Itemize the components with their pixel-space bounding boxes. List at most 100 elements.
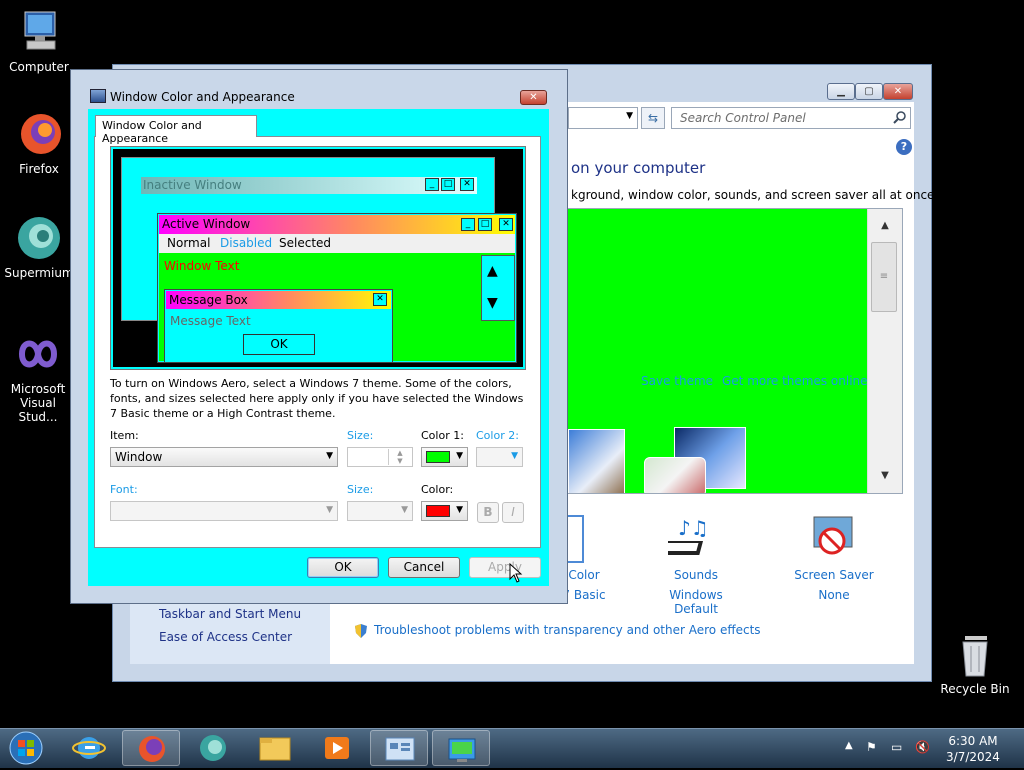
internet-explorer-icon bbox=[72, 737, 106, 759]
desktop-icon-supermium[interactable]: Supermium bbox=[1, 214, 77, 280]
sounds-item[interactable]: Sounds Windows Default bbox=[646, 568, 746, 616]
preview-menu-normal: Normal bbox=[167, 236, 211, 250]
network-icon[interactable]: ▭ bbox=[891, 740, 902, 754]
desktop-icon-label: Recycle Bin bbox=[940, 682, 1010, 696]
supermium-icon bbox=[200, 735, 226, 761]
cancel-button[interactable]: Cancel bbox=[388, 557, 460, 578]
color1-swatch bbox=[426, 451, 450, 463]
scroll-up-arrow[interactable]: ▲ bbox=[868, 215, 902, 237]
close-button[interactable]: ✕ bbox=[883, 83, 913, 100]
desktop-icon-computer[interactable]: Computer bbox=[1, 8, 77, 74]
firefox-icon bbox=[139, 736, 165, 762]
preview-menu-bar bbox=[159, 234, 515, 253]
taskbar-supermium[interactable] bbox=[184, 730, 242, 766]
supermium-icon bbox=[15, 214, 63, 262]
screen-saver-icon bbox=[810, 515, 856, 561]
item-title: Sounds bbox=[673, 568, 719, 582]
minimize-button[interactable]: ▁ bbox=[827, 83, 855, 100]
chevron-down-icon[interactable]: ▼ bbox=[626, 111, 633, 121]
preview-menu-disabled: Disabled bbox=[220, 236, 273, 250]
volume-muted-icon[interactable]: 🔇 bbox=[915, 740, 930, 754]
aero-info-text: To turn on Windows Aero, select a Window… bbox=[110, 377, 524, 420]
taskbar-appearance[interactable] bbox=[432, 730, 490, 766]
preview-message-title: Message Box bbox=[169, 293, 248, 307]
theme-scrollbar[interactable]: ▲ ≡ ▼ bbox=[867, 209, 902, 493]
font-color-picker[interactable]: ▼ bbox=[421, 501, 468, 521]
scroll-down-arrow[interactable]: ▼ bbox=[868, 465, 902, 487]
appearance-preview[interactable]: Inactive Window _ □ ✕ Active Window _ □ … bbox=[110, 146, 526, 370]
theme-list[interactable]: Save theme Get more themes online ▲ ≡ ▼ bbox=[567, 208, 903, 494]
scroll-down-icon: ▼ bbox=[487, 295, 498, 311]
show-hidden-icons[interactable]: ▲ bbox=[845, 740, 853, 751]
tab-window-color[interactable]: Window Color and Appearance bbox=[95, 115, 257, 145]
spin-icon[interactable]: ▲ ▼ bbox=[388, 449, 411, 465]
visual-studio-icon bbox=[14, 330, 62, 378]
color2-label: Color 2: bbox=[476, 429, 519, 442]
close-icon: ✕ bbox=[499, 218, 513, 231]
media-player-icon bbox=[325, 737, 349, 759]
desktop-icon-label: Supermium bbox=[4, 266, 74, 280]
flag-icon[interactable]: ⚑ bbox=[866, 740, 877, 754]
minimize-icon: _ bbox=[461, 218, 475, 231]
taskbar-firefox[interactable] bbox=[122, 730, 180, 766]
desktop-icon-label: Computer bbox=[9, 60, 69, 74]
start-button[interactable] bbox=[6, 730, 46, 766]
color2-picker[interactable]: ▼ bbox=[476, 447, 523, 467]
theme-thumbnail[interactable] bbox=[568, 429, 625, 493]
size-stepper[interactable]: ▲ ▼ bbox=[347, 447, 413, 467]
italic-button[interactable]: I bbox=[502, 502, 524, 523]
taskbar-explorer[interactable] bbox=[246, 730, 304, 766]
clock-time: 6:30 AM bbox=[948, 734, 998, 748]
font-label: Font: bbox=[110, 483, 138, 496]
taskbar-ie[interactable] bbox=[60, 730, 118, 766]
sidebar-item-taskbar[interactable]: Taskbar and Start Menu bbox=[159, 607, 301, 621]
close-icon: ✕ bbox=[373, 293, 387, 306]
sounds-icon: ♪♫ bbox=[659, 515, 720, 561]
preview-window-text: Window Text bbox=[164, 259, 240, 273]
save-theme-link[interactable]: Save theme bbox=[641, 374, 713, 388]
desktop-icon-visual-studio[interactable]: Microsoft Visual Stud... bbox=[0, 330, 76, 424]
desktop-icon-label: Firefox bbox=[19, 162, 59, 176]
ok-button[interactable]: OK bbox=[307, 557, 379, 578]
bold-button[interactable]: B bbox=[477, 502, 499, 523]
window-color-icon bbox=[568, 515, 584, 563]
font-size-select[interactable]: ▼ bbox=[347, 501, 413, 521]
scroll-thumb[interactable]: ≡ bbox=[871, 242, 897, 312]
close-icon: ✕ bbox=[460, 178, 474, 191]
desktop-icon-firefox[interactable]: Firefox bbox=[1, 110, 77, 176]
chevron-down-icon: ▼ bbox=[326, 505, 333, 515]
get-more-themes-link[interactable]: Get more themes online bbox=[722, 374, 868, 388]
troubleshoot-link[interactable]: Troubleshoot problems with transparency … bbox=[374, 623, 761, 637]
screen-saver-item[interactable]: Screen Saver None bbox=[790, 568, 878, 602]
firefox-icon bbox=[15, 110, 63, 158]
clock-date: 3/7/2024 bbox=[946, 750, 1000, 764]
help-icon[interactable]: ? bbox=[896, 139, 912, 155]
window-color-item[interactable]: Color 7 Basic bbox=[562, 568, 606, 602]
search-icon[interactable] bbox=[893, 110, 907, 124]
address-bar[interactable]: ▼ bbox=[568, 107, 638, 129]
item-select[interactable]: Window ▼ bbox=[110, 447, 338, 467]
taskbar-media-player[interactable] bbox=[308, 730, 366, 766]
apply-button[interactable]: Apply bbox=[469, 557, 541, 578]
font-select[interactable]: ▼ bbox=[110, 501, 338, 521]
taskbar-control-panel[interactable] bbox=[370, 730, 428, 766]
font-color-label: Color: bbox=[421, 483, 454, 496]
item-select-value: Window bbox=[115, 450, 163, 464]
desktop-icon-recycle-bin[interactable]: Recycle Bin bbox=[937, 630, 1013, 696]
preview-active-title: Active Window bbox=[162, 217, 251, 231]
recycle-bin-icon bbox=[951, 630, 999, 678]
dialog-icon bbox=[90, 89, 106, 103]
maximize-button[interactable]: ▢ bbox=[855, 83, 883, 100]
sidebar-item-ease-of-access[interactable]: Ease of Access Center bbox=[159, 630, 292, 644]
color1-picker[interactable]: ▼ bbox=[421, 447, 468, 467]
dialog-title: Window Color and Appearance bbox=[110, 90, 295, 104]
taskbar-clock[interactable]: 6:30 AM 3/7/2024 bbox=[938, 733, 1008, 765]
search-input[interactable]: Search Control Panel bbox=[671, 107, 911, 129]
control-panel-icon bbox=[385, 737, 415, 761]
preview-ok-button: OK bbox=[243, 334, 315, 355]
refresh-icon[interactable]: ⇆ bbox=[641, 107, 665, 129]
folder-icon bbox=[259, 737, 291, 761]
item-subtitle: Windows Default bbox=[669, 588, 723, 616]
dialog-close-button[interactable]: ✕ bbox=[520, 90, 547, 105]
theme-thumbnail[interactable] bbox=[644, 457, 706, 493]
